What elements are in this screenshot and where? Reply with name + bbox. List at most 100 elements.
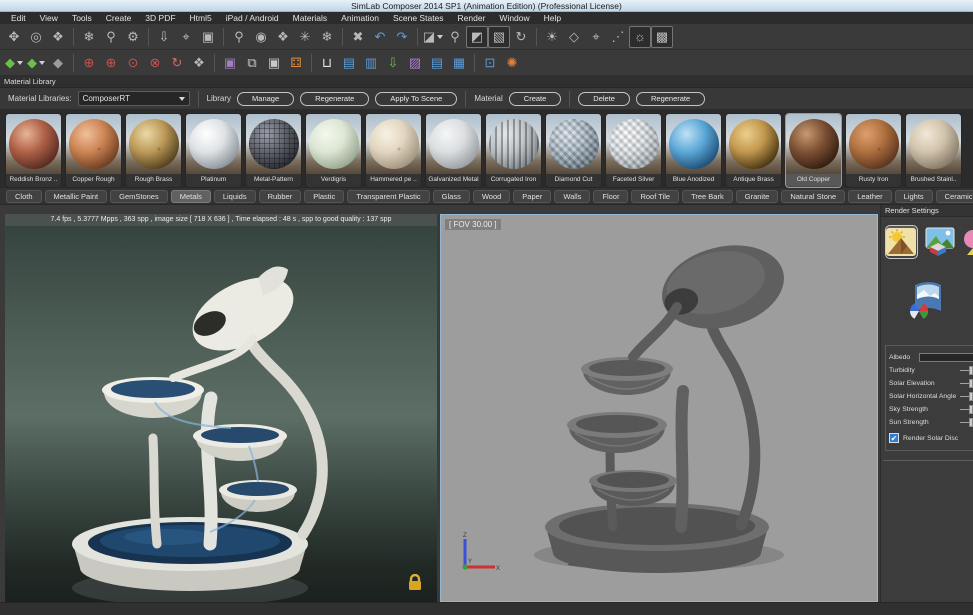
photo-frame-icon[interactable]: ▣ [263,52,285,74]
target-rotate-icon[interactable]: ⊕ [100,52,122,74]
material-brushed-stainl[interactable]: Brushed Stainl.. [905,113,962,188]
select-object-icon[interactable]: ◩ [466,26,488,48]
menu-item-window[interactable]: Window [492,12,536,24]
material-rusty-iron[interactable]: Rusty Iron [845,113,902,188]
material-corrugated-iron[interactable]: Corrugated Iron [485,113,542,188]
menu-item-create[interactable]: Create [99,12,139,24]
target-move-icon[interactable]: ⊕ [78,52,100,74]
delete-icon[interactable]: ✖ [347,26,369,48]
light-rays-icon[interactable]: ⋰ [607,26,629,48]
regenerate-library-button[interactable]: Regenerate [300,92,369,106]
environment-map-icon[interactable]: ▩ [651,26,673,48]
tab-metallic-paint[interactable]: Metallic Paint [45,190,108,203]
material-verdigris[interactable]: Verdigris [305,113,362,188]
menu-item-view[interactable]: View [33,12,65,24]
tab-granite[interactable]: Granite [736,190,779,203]
material-galvanized-metal[interactable]: Galvanized Metal [425,113,482,188]
regenerate-material-button[interactable]: Regenerate [636,92,705,106]
material-platinum[interactable]: Platinum [185,113,242,188]
splat-icon[interactable]: ✺ [501,52,523,74]
delete-material-button[interactable]: Delete [578,92,630,106]
zoom-extents-icon[interactable]: ↻ [510,26,532,48]
environment-image-mode-button[interactable] [924,225,957,259]
tab-roof-tile[interactable]: Roof Tile [631,190,679,203]
material-diamond-cut[interactable]: Diamond Cut [545,113,602,188]
sun-strength-slider[interactable] [960,418,973,427]
orbit-object-icon[interactable]: ↻ [166,52,188,74]
tab-gemstones[interactable]: GemStones [110,190,168,203]
freeze-icon[interactable]: ❄ [316,26,338,48]
library-select[interactable]: ComposerRT [78,91,190,106]
area-light-icon[interactable]: ◇ [563,26,585,48]
turbidity-slider[interactable] [960,366,973,375]
material-antique-brass[interactable]: Antique Brass [725,113,782,188]
manage-button[interactable]: Manage [237,92,294,106]
redo-icon[interactable]: ↷ [391,26,413,48]
lock-icon[interactable] [407,574,423,592]
material-faceted-silver[interactable]: Faceted Silver [605,113,662,188]
material-import-icon[interactable]: ⇩ [382,52,404,74]
material-rough-brass[interactable]: Rough Brass [125,113,182,188]
menu-item-tools[interactable]: Tools [65,12,99,24]
material-hammered-pe[interactable]: Hammered pe .. [365,113,422,188]
tab-walls[interactable]: Walls [554,190,590,203]
material-reddish-bronz[interactable]: Reddish Bronz .. [5,113,62,188]
shield-icon[interactable]: ◆ [47,52,69,74]
tab-plastic[interactable]: Plastic [304,190,344,203]
create-material-button[interactable]: Create [509,92,562,106]
joint-icon[interactable]: ⚙ [122,26,144,48]
lock-transform-icon[interactable]: ▣ [197,26,219,48]
tab-metals[interactable]: Metals [171,190,211,203]
material-list-icon[interactable]: ▦ [448,52,470,74]
render-solar-disc-checkbox[interactable]: ✔ [889,433,899,443]
tab-liquids[interactable]: Liquids [214,190,256,203]
menu-item-html5[interactable]: Html5 [183,12,219,24]
opengl-viewport[interactable]: [ FOV 30.00 ] [440,214,878,602]
tab-lights[interactable]: Lights [895,190,933,203]
spot-light-icon[interactable]: ⌖ [585,26,607,48]
effects-icon[interactable]: ✳ [294,26,316,48]
drop-object-icon[interactable]: ⚲ [100,26,122,48]
tab-floor[interactable]: Floor [593,190,628,203]
shading-mode-icon[interactable]: ◪ [422,26,444,48]
target-box-icon[interactable]: ⊗ [144,52,166,74]
undo-icon[interactable]: ↶ [369,26,391,48]
tab-glass[interactable]: Glass [433,190,470,203]
protect-icon[interactable]: ◆ [25,52,47,74]
material-copper-rough[interactable]: Copper Rough [65,113,122,188]
snap-icon[interactable]: ❄ [78,26,100,48]
share-screen-icon[interactable]: ⊡ [479,52,501,74]
material-library-add-icon[interactable]: ▤ [338,52,360,74]
material-old-copper[interactable]: Old Copper [785,113,842,188]
texture-image-icon[interactable]: ▣ [219,52,241,74]
tab-paper[interactable]: Paper [513,190,551,203]
scene-mode-icon[interactable]: ◆ [3,52,25,74]
orbit-tool-icon[interactable]: ◎ [25,26,47,48]
tab-tree-bark[interactable]: Tree Bark [682,190,733,203]
paint-bucket-icon[interactable]: ⊔ [316,52,338,74]
tab-cloth[interactable]: Cloth [6,190,42,203]
sky-strength-slider[interactable] [960,405,973,414]
tab-transparent-plastic[interactable]: Transparent Plastic [347,190,429,203]
attach-icon[interactable]: ❖ [272,26,294,48]
random-dice-icon[interactable]: ⚃ [285,52,307,74]
tab-wood[interactable]: Wood [473,190,510,203]
sun-sky-mode-button[interactable] [885,225,918,259]
apply-to-scene-button[interactable]: Apply To Scene [375,92,457,106]
menu-item-help[interactable]: Help [537,12,568,24]
target-center-icon[interactable]: ⊙ [122,52,144,74]
menu-item-animation[interactable]: Animation [334,12,386,24]
material-blue-anodized[interactable]: Blue Anodized [665,113,722,188]
solar-elevation-slider[interactable] [960,379,973,388]
pick-place-icon[interactable]: ⌖ [175,26,197,48]
custom-environment-mode-button[interactable] [962,225,973,259]
sky-light-icon[interactable]: ☼ [629,26,651,48]
tab-rubber[interactable]: Rubber [259,190,302,203]
environment-library-icon[interactable] [907,281,947,323]
zoom-window-icon[interactable]: ⚲ [444,26,466,48]
material-metal-pattern[interactable]: Metal-Pattern [245,113,302,188]
menu-item-materials[interactable]: Materials [286,12,334,24]
sculpt-hand-icon[interactable]: ❖ [188,52,210,74]
menu-item-3d-pdf[interactable]: 3D PDF [138,12,182,24]
sun-light-icon[interactable]: ☀ [541,26,563,48]
